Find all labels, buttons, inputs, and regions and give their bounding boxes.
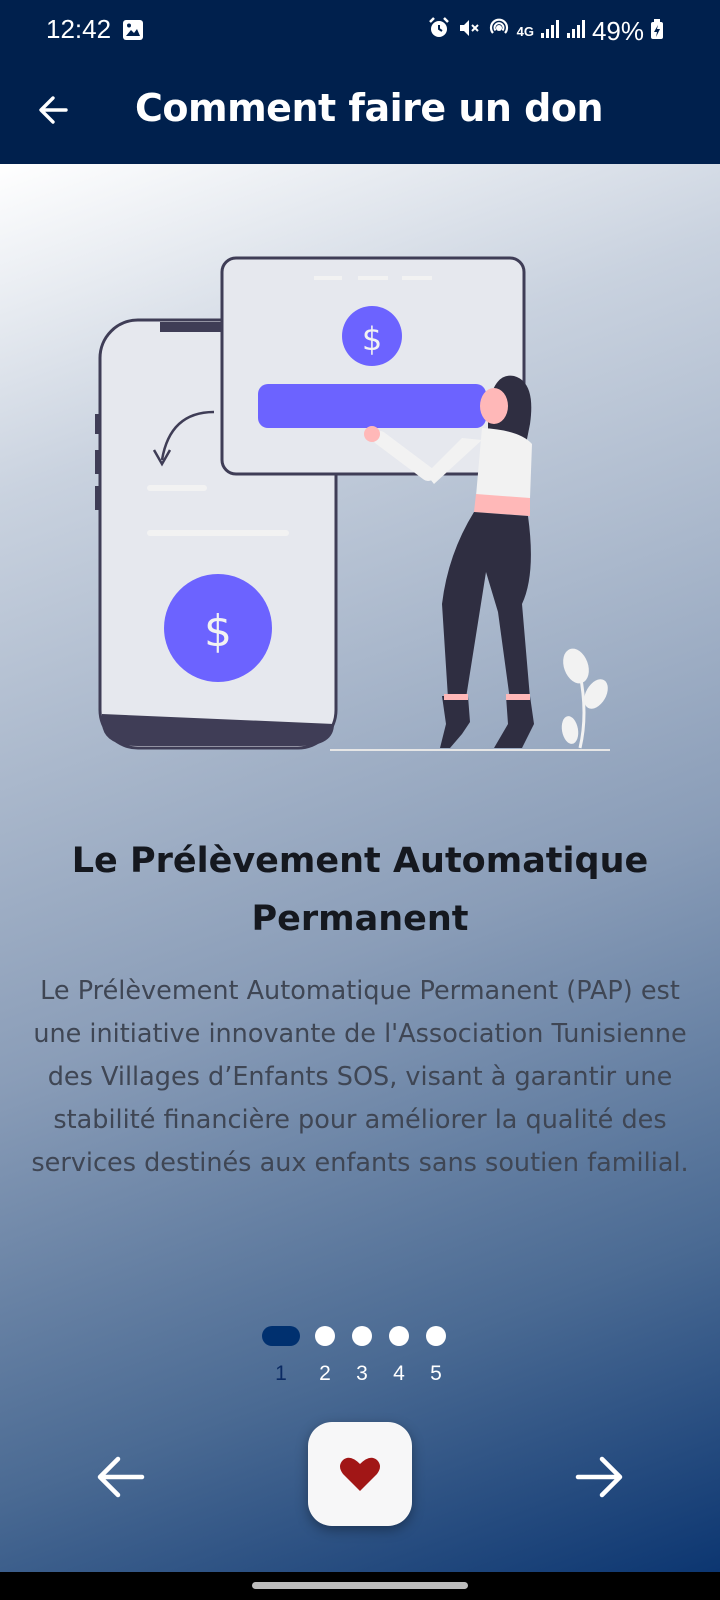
- arrow-left-icon: [97, 1456, 145, 1498]
- battery-percent: 49%: [591, 16, 644, 46]
- payment-illustration: $ $: [95, 256, 610, 751]
- page-dot-2[interactable]: [315, 1326, 335, 1346]
- system-navigation-bar: [0, 1572, 720, 1600]
- status-time: 12:42: [46, 14, 112, 44]
- back-button[interactable]: [34, 90, 74, 130]
- slide-title: Le Prélèvement Automatique Permanent: [71, 841, 649, 939]
- signal-icon-2: [566, 16, 586, 47]
- phone-dollar-sign: $: [204, 606, 232, 657]
- card-dollar-sign: $: [362, 320, 382, 358]
- page-number-2: 2: [319, 1362, 331, 1385]
- previous-button[interactable]: [90, 1447, 150, 1507]
- donate-button[interactable]: [308, 1422, 412, 1526]
- onboarding-slide: $ $ Le Prélèvement Automatique Permanent…: [0, 164, 720, 1572]
- page-dot-4[interactable]: [389, 1326, 409, 1346]
- alarm-icon: [427, 16, 451, 47]
- slide-description: Le Prélèvement Automatique Permanent (PA…: [31, 976, 689, 1178]
- page-number-1: 1: [275, 1362, 287, 1385]
- page-dot-3[interactable]: [352, 1326, 372, 1346]
- status-icons: 4G 49%: [427, 16, 664, 47]
- page-indicator: 1 2 3 4 5: [0, 1326, 720, 1396]
- home-handle[interactable]: [252, 1582, 468, 1589]
- app-bar: Comment faire un don: [0, 62, 720, 164]
- arrow-left-icon: [39, 96, 68, 124]
- next-button[interactable]: [570, 1447, 630, 1507]
- network-type-label: 4G: [516, 24, 534, 39]
- page-number-5: 5: [430, 1362, 442, 1385]
- battery-icon: [650, 16, 664, 47]
- heart-icon: [340, 1457, 380, 1491]
- gallery-icon: [122, 19, 144, 46]
- mute-icon: [457, 16, 481, 47]
- page-number-3: 3: [356, 1362, 368, 1385]
- arrow-right-icon: [575, 1456, 623, 1498]
- hotspot-icon: [487, 16, 511, 47]
- page-dot-1[interactable]: [262, 1326, 300, 1346]
- status-bar: 12:42 4G 49%: [0, 0, 720, 62]
- signal-icon: [540, 16, 560, 47]
- page-title: Comment faire un don: [135, 86, 604, 130]
- page-number-4: 4: [393, 1362, 405, 1385]
- page-dot-5[interactable]: [426, 1326, 446, 1346]
